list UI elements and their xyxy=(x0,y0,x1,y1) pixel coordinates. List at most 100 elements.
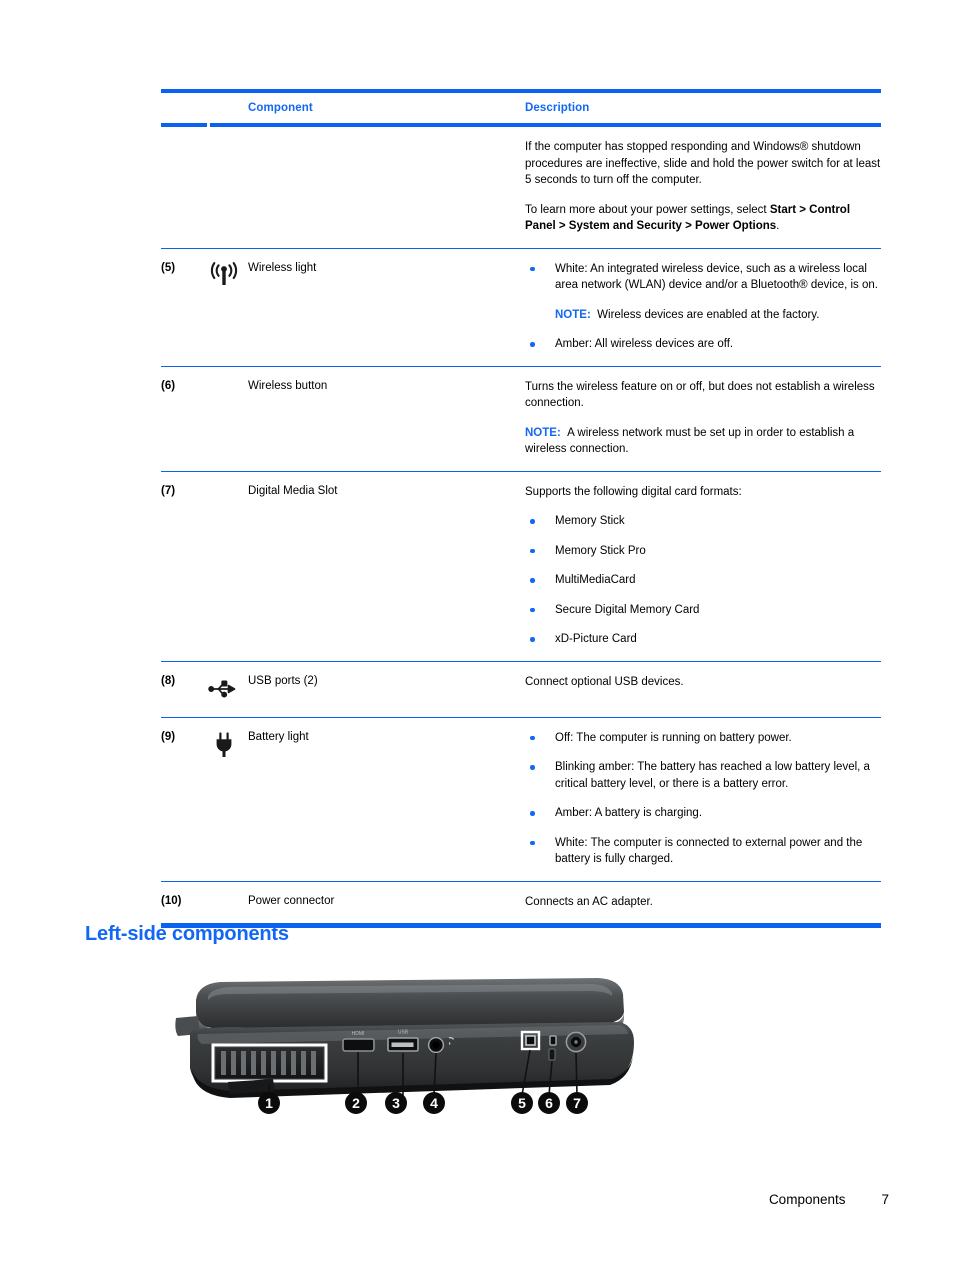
table-header-rule xyxy=(161,123,881,127)
callout-badge: 4 xyxy=(423,1092,445,1114)
callout-label: 1 xyxy=(265,1095,273,1111)
callout-badge: 3 xyxy=(385,1092,407,1114)
wireless-icon xyxy=(204,261,244,291)
row-description: If the computer has stopped responding a… xyxy=(525,139,881,235)
desc-paragraph: Connects an AC adapter. xyxy=(525,895,653,908)
callout-badge: 5 xyxy=(511,1092,533,1114)
table-row: (7) Digital Media Slot Supports the foll… xyxy=(161,472,881,662)
row-number: (5) xyxy=(161,261,176,274)
description-bullet-list: Memory Stick Memory Stick Pro MultiMedia… xyxy=(525,513,881,648)
list-item: Off: The computer is running on battery … xyxy=(525,730,881,747)
callout-badge: 1 xyxy=(258,1092,280,1114)
callout-badge: 2 xyxy=(345,1092,367,1114)
row-description: Off: The computer is running on battery … xyxy=(525,730,881,868)
row-description: Connects an AC adapter. xyxy=(525,894,881,911)
row-icon-cell xyxy=(204,261,248,291)
row-description: White: An integrated wireless device, su… xyxy=(525,261,881,353)
row-component-name: Wireless light xyxy=(248,261,317,274)
header-spacer-icon xyxy=(204,102,248,114)
note-label: NOTE: xyxy=(555,308,591,321)
header-description: Description xyxy=(525,102,590,114)
power-connector-pin xyxy=(574,1040,578,1044)
security-slot xyxy=(548,1048,556,1061)
list-item: Memory Stick xyxy=(525,513,881,530)
note-label: NOTE: xyxy=(525,426,561,439)
power-plug-icon xyxy=(204,730,244,760)
note-line: NOTE: Wireless devices are enabled at th… xyxy=(525,307,881,324)
row-icon-cell xyxy=(204,730,248,760)
desc-lead: To learn more about your power settings,… xyxy=(525,203,770,216)
header-rule-left xyxy=(161,123,207,127)
usb-port-tongue xyxy=(391,1042,414,1047)
list-item: xD-Picture Card xyxy=(525,631,881,648)
callout-label: 3 xyxy=(392,1095,400,1111)
callout-badge: 6 xyxy=(538,1092,560,1114)
row-number: (8) xyxy=(161,674,176,687)
row-number: (9) xyxy=(161,730,176,743)
list-item: White: An integrated wireless device, su… xyxy=(525,261,881,294)
row-number xyxy=(161,139,204,140)
callout-badge: 7 xyxy=(566,1092,588,1114)
callout-label: 5 xyxy=(518,1095,526,1111)
callout-label: 6 xyxy=(545,1095,553,1111)
row-component-name: Wireless button xyxy=(248,379,328,392)
note-text: Wireless devices are enabled at the fact… xyxy=(597,308,820,321)
row-component-name xyxy=(248,139,525,140)
description-bullet-list: White: An integrated wireless device, su… xyxy=(525,261,881,353)
desc-paragraph: If the computer has stopped responding a… xyxy=(525,141,881,186)
hdmi-label: HDMI xyxy=(352,1031,365,1037)
desc-paragraph: Supports the following digital card form… xyxy=(525,485,742,498)
desc-period: . xyxy=(776,220,780,232)
list-item: Amber: A battery is charging. xyxy=(525,805,881,822)
left-side-components-figure: HDMI USB 1 2 3 4 5 6 7 xyxy=(168,972,638,1127)
header-rule-right xyxy=(210,123,881,127)
components-table: Component Description If the computer ha… xyxy=(161,89,881,928)
desc-paragraph: To learn more about your power settings,… xyxy=(525,202,881,235)
row-component-name: USB ports (2) xyxy=(248,674,318,687)
table-header-row: Component Description xyxy=(161,93,881,123)
callout-label: 4 xyxy=(430,1095,438,1111)
desc-paragraph: Turns the wireless feature on or off, bu… xyxy=(525,380,875,410)
table-row: (10) Power connector Connects an AC adap… xyxy=(161,882,881,924)
row-description: Turns the wireless feature on or off, bu… xyxy=(525,379,881,458)
note-line: NOTE: A wireless network must be set up … xyxy=(525,425,881,458)
row-component-name: Battery light xyxy=(248,730,309,743)
usb-port-label: USB xyxy=(398,1030,409,1036)
footer-chapter: Components xyxy=(768,1192,846,1207)
note-text: A wireless network must be set up in ord… xyxy=(525,426,855,456)
hdmi-port xyxy=(342,1038,375,1052)
list-item: Amber: All wireless devices are off. xyxy=(525,336,881,353)
document-page: Component Description If the computer ha… xyxy=(0,0,954,1270)
description-bullet-list: Off: The computer is running on battery … xyxy=(525,730,881,868)
usb-icon xyxy=(204,674,244,704)
header-component: Component xyxy=(248,102,313,114)
callout-label: 7 xyxy=(573,1095,581,1111)
table-row: (8) USB ports (2) Connect optional USB d… xyxy=(161,662,881,718)
list-item: Secure Digital Memory Card xyxy=(525,602,881,619)
row-number: (7) xyxy=(161,484,176,497)
row-icon-cell xyxy=(204,674,248,704)
indicator-light xyxy=(549,1035,557,1046)
footer-page-number: 7 xyxy=(881,1192,889,1207)
digital-media-slot xyxy=(525,1035,536,1046)
row-description: Supports the following digital card form… xyxy=(525,484,881,648)
row-component-name: Digital Media Slot xyxy=(248,484,338,497)
row-number: (10) xyxy=(161,894,182,907)
list-item: Blinking amber: The battery has reached … xyxy=(525,759,881,792)
page-footer: Components 7 xyxy=(0,1192,889,1207)
desc-paragraph: Connect optional USB devices. xyxy=(525,675,684,688)
row-description: Connect optional USB devices. xyxy=(525,674,881,691)
table-row: (5) Wireless light White: An integrated … xyxy=(161,249,881,367)
list-item: Memory Stick Pro xyxy=(525,543,881,560)
audio-jack-hole xyxy=(432,1041,440,1049)
page-title: Left-side components xyxy=(85,922,289,945)
table-row: (9) Battery light Off: The computer is r… xyxy=(161,718,881,882)
header-spacer-num xyxy=(161,102,204,114)
table-row: (6) Wireless button Turns the wireless f… xyxy=(161,367,881,472)
row-number: (6) xyxy=(161,379,176,392)
row-component-name: Power connector xyxy=(248,894,335,907)
table-row: If the computer has stopped responding a… xyxy=(161,127,881,249)
callout-label: 2 xyxy=(352,1095,360,1111)
list-item: White: The computer is connected to exte… xyxy=(525,835,881,868)
list-item: MultiMediaCard xyxy=(525,572,881,589)
